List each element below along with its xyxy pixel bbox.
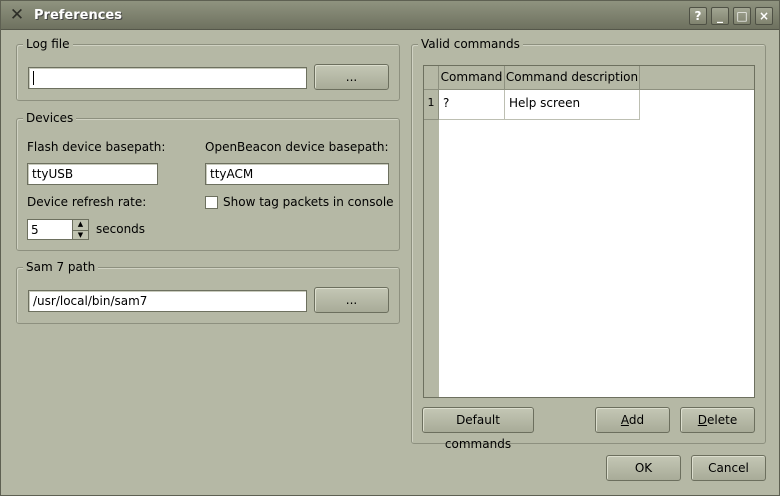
- preferences-window: ✕ Preferences ? _ □ × Log file ... Devic…: [0, 0, 780, 496]
- flash-basepath-input[interactable]: ttyUSB: [27, 163, 158, 185]
- row-header[interactable]: 1: [424, 90, 439, 120]
- refresh-rate-label: Device refresh rate:: [27, 195, 147, 209]
- sam7-path-input[interactable]: /usr/local/bin/sam7: [28, 290, 307, 312]
- row-header-gutter: [424, 120, 439, 397]
- maximize-button[interactable]: □: [733, 7, 751, 25]
- refresh-rate-spinbox[interactable]: 5 ▲ ▼: [27, 219, 89, 240]
- minimize-button[interactable]: _: [711, 7, 729, 25]
- text-cursor: [33, 71, 34, 85]
- help-button[interactable]: ?: [689, 7, 707, 25]
- cancel-button[interactable]: Cancel: [691, 455, 766, 481]
- show-packets-label[interactable]: Show tag packets in console: [223, 195, 394, 209]
- flash-basepath-label: Flash device basepath:: [27, 140, 166, 154]
- delete-command-button[interactable]: Delete: [680, 407, 755, 433]
- openbeacon-basepath-label: OpenBeacon device basepath:: [205, 140, 389, 154]
- close-button[interactable]: ×: [755, 7, 773, 25]
- default-commands-button[interactable]: Default commands: [422, 407, 534, 451]
- valid-commands-group-title: Valid commands: [418, 37, 523, 51]
- column-header-command[interactable]: Command: [439, 66, 505, 90]
- spin-down-icon[interactable]: ▼: [73, 229, 88, 240]
- spin-arrows: ▲ ▼: [72, 220, 88, 239]
- refresh-rate-value: 5: [31, 223, 39, 237]
- app-x-icon: ✕: [9, 5, 25, 25]
- window-title: Preferences: [34, 8, 122, 23]
- spin-up-icon[interactable]: ▲: [73, 220, 88, 230]
- refresh-unit-label: seconds: [96, 222, 146, 236]
- log-file-path-input[interactable]: [28, 67, 307, 89]
- sam7-browse-button[interactable]: ...: [314, 287, 389, 313]
- title-bar[interactable]: ✕ Preferences ? _ □ ×: [1, 1, 779, 30]
- openbeacon-basepath-input[interactable]: ttyACM: [205, 163, 389, 185]
- show-packets-checkbox[interactable]: [205, 196, 218, 209]
- devices-group-title: Devices: [23, 111, 77, 125]
- ok-button[interactable]: OK: [606, 455, 681, 481]
- commands-table[interactable]: Command Command description 1 ? Help scr…: [423, 65, 755, 398]
- table-cell-command[interactable]: ?: [439, 90, 505, 120]
- table-corner: [424, 66, 439, 90]
- log-file-group-title: Log file: [23, 37, 73, 51]
- table-cell-description[interactable]: Help screen: [505, 90, 640, 120]
- column-header-description[interactable]: Command description: [505, 66, 640, 90]
- table-header-filler: [640, 66, 754, 90]
- add-command-button[interactable]: Add: [595, 407, 670, 433]
- log-file-browse-button[interactable]: ...: [314, 64, 389, 90]
- sam7-group-title: Sam 7 path: [23, 260, 99, 274]
